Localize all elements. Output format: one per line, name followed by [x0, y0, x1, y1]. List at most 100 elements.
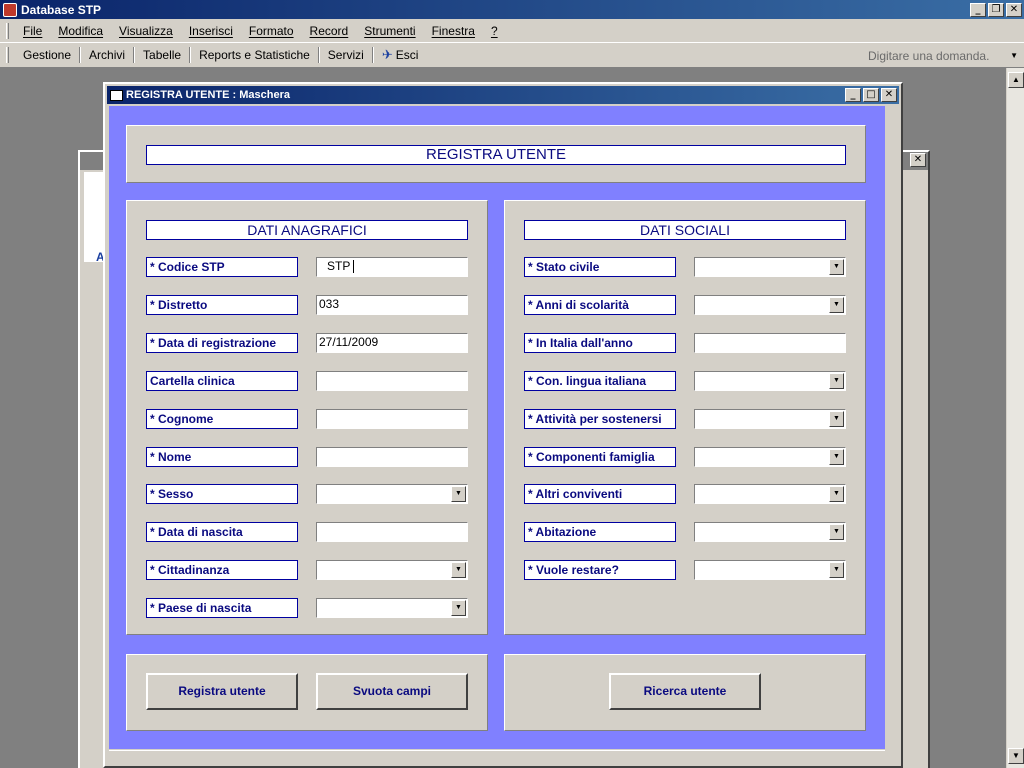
chevron-down-icon[interactable]: ▼: [829, 373, 844, 389]
restore-icon[interactable]: ❐: [988, 2, 1004, 17]
form-body: REGISTRA UTENTE DATI ANAGRAFICI * Codice…: [109, 106, 885, 749]
app-title: Database STP: [21, 2, 102, 17]
mdi-vertical-scrollbar[interactable]: ▲ ▼: [1006, 68, 1024, 768]
combo-abitazione[interactable]: ▼: [694, 522, 846, 542]
menu-item-record[interactable]: Record: [302, 24, 357, 38]
menu-item-inserisci[interactable]: Inserisci: [181, 24, 241, 38]
label-codice-stp: * Codice STP: [146, 257, 298, 277]
label-distretto: * Distretto: [146, 295, 298, 315]
combo-cittadinanza[interactable]: ▼: [316, 560, 468, 580]
combo-componenti-famiglia[interactable]: ▼: [694, 447, 846, 467]
combo-sesso[interactable]: ▼: [316, 484, 468, 504]
menu-item-visualizza[interactable]: Visualizza: [111, 24, 181, 38]
minimize-icon[interactable]: _: [970, 2, 986, 17]
chevron-down-icon[interactable]: ▼: [1010, 51, 1018, 60]
exit-runner-icon: ✈: [381, 47, 393, 62]
menu-item-formato[interactable]: Formato: [241, 24, 302, 38]
background-window-content: [84, 172, 104, 262]
label-abitazione: * Abitazione: [524, 522, 676, 542]
label-cognome: * Cognome: [146, 409, 298, 429]
chevron-down-icon[interactable]: ▼: [829, 297, 844, 313]
dati-sociali-panel: DATI SOCIALI * Stato civile ▼ * Anni di sc…: [504, 200, 866, 635]
form-header-panel: REGISTRA UTENTE: [126, 125, 866, 183]
combo-stato-civile[interactable]: ▼: [694, 257, 846, 277]
minimize-icon[interactable]: _: [845, 88, 861, 102]
label-data-di-registrazione: * Data di registrazione: [146, 333, 298, 353]
app-window-controls: _ ❐ ✕: [970, 2, 1022, 17]
combo-attivit-per-sostenersi[interactable]: ▼: [694, 409, 846, 429]
chevron-down-icon[interactable]: ▼: [829, 411, 844, 427]
label-altri-conviventi: * Altri conviventi: [524, 484, 676, 504]
access-app-icon: [3, 2, 17, 17]
combo-altri-conviventi[interactable]: ▼: [694, 484, 846, 504]
combo-paese-di-nascita[interactable]: ▼: [316, 598, 468, 618]
input-nome[interactable]: [316, 447, 468, 467]
label-cittadinanza: * Cittadinanza: [146, 560, 298, 580]
label-anni-di-scolarit: * Anni di scolarità: [524, 295, 676, 315]
toolbar-esci[interactable]: ✈ Esci: [374, 47, 427, 63]
close-icon[interactable]: ✕: [881, 88, 897, 102]
label-cartella-clinica: Cartella clinica: [146, 371, 298, 391]
actions-panel-left: Registra utente Svuota campi: [126, 654, 488, 731]
label-stato-civile: * Stato civile: [524, 257, 676, 277]
toolbar-reports[interactable]: Reports e Statistiche: [191, 48, 318, 62]
input-data-di-registrazione[interactable]: 27/11/2009: [316, 333, 468, 353]
menu-item-modifica[interactable]: Modifica: [50, 24, 111, 38]
maximize-icon[interactable]: □: [863, 88, 879, 102]
form-window-titlebar[interactable]: REGISTRA UTENTE : Maschera _ □ ✕: [107, 86, 899, 104]
chevron-down-icon[interactable]: ▼: [451, 486, 466, 502]
input-distretto[interactable]: 033: [316, 295, 468, 315]
combo-anni-di-scolarit[interactable]: ▼: [694, 295, 846, 315]
menu-items: File Modifica Visualizza Inserisci Formato Re…: [15, 24, 506, 38]
menu-item-file[interactable]: File: [15, 24, 50, 38]
chevron-down-icon[interactable]: ▼: [451, 562, 466, 578]
form-window-controls: _ □ ✕: [845, 88, 897, 102]
menu-item-help[interactable]: ?: [483, 24, 506, 38]
chevron-down-icon[interactable]: ▼: [829, 486, 844, 502]
label-con-lingua-italiana: * Con. lingua italiana: [524, 371, 676, 391]
label-attivit-per-sostenersi: * Attività per sostenersi: [524, 409, 676, 429]
form-window-title: REGISTRA UTENTE : Maschera: [126, 89, 291, 101]
chevron-down-icon[interactable]: ▼: [829, 524, 844, 540]
close-icon[interactable]: ✕: [1006, 2, 1022, 17]
label-componenti-famiglia: * Componenti famiglia: [524, 447, 676, 467]
close-icon[interactable]: ✕: [910, 153, 926, 167]
toolbar-grip[interactable]: [6, 47, 9, 63]
label-paese-di-nascita: * Paese di nascita: [146, 598, 298, 618]
input-cognome[interactable]: [316, 409, 468, 429]
scroll-up-icon[interactable]: ▲: [1008, 72, 1024, 88]
toolbar-servizi[interactable]: Servizi: [320, 48, 372, 62]
input-codice-stp[interactable]: STP: [316, 257, 468, 277]
toolbar-archivi[interactable]: Archivi: [81, 48, 133, 62]
chevron-down-icon[interactable]: ▼: [829, 259, 844, 275]
ricerca-utente-button[interactable]: Ricerca utente: [609, 673, 761, 710]
label-nome: * Nome: [146, 447, 298, 467]
input-data-di-nascita[interactable]: [316, 522, 468, 542]
label-data-di-nascita: * Data di nascita: [146, 522, 298, 542]
menu-item-strumenti[interactable]: Strumenti: [356, 24, 423, 38]
menu-item-finestra[interactable]: Finestra: [424, 24, 483, 38]
help-question-box[interactable]: Digitare una domanda. ▼: [868, 47, 1018, 64]
toolbar-esci-label: Esci: [395, 48, 419, 62]
chevron-down-icon[interactable]: ▼: [829, 562, 844, 578]
toolbar-tabelle[interactable]: Tabelle: [135, 48, 189, 62]
form-horizontal-scrollbar[interactable]: [109, 750, 885, 764]
svuota-campi-button[interactable]: Svuota campi: [316, 673, 468, 710]
toolbar-gestione[interactable]: Gestione: [15, 48, 79, 62]
help-question-placeholder: Digitare una domanda.: [868, 48, 990, 63]
chevron-down-icon[interactable]: ▼: [829, 449, 844, 465]
input-in-italia-dall-anno[interactable]: [694, 333, 846, 353]
custom-toolbar: Gestione Archivi Tabelle Reports e Stati…: [0, 43, 1024, 68]
label-in-italia-dall-anno: * In Italia dall'anno: [524, 333, 676, 353]
input-cartella-clinica[interactable]: [316, 371, 468, 391]
menu-grip[interactable]: [6, 22, 9, 39]
combo-con-lingua-italiana[interactable]: ▼: [694, 371, 846, 391]
dati-sociali-title: DATI SOCIALI: [524, 220, 846, 240]
scroll-down-icon[interactable]: ▼: [1008, 748, 1024, 764]
combo-vuole-restare[interactable]: ▼: [694, 560, 846, 580]
app-titlebar: Database STP _ ❐ ✕: [0, 0, 1024, 19]
form-icon: [110, 89, 123, 101]
form-vertical-scrollbar[interactable]: [885, 106, 899, 749]
chevron-down-icon[interactable]: ▼: [451, 600, 466, 616]
registra-utente-button[interactable]: Registra utente: [146, 673, 298, 710]
